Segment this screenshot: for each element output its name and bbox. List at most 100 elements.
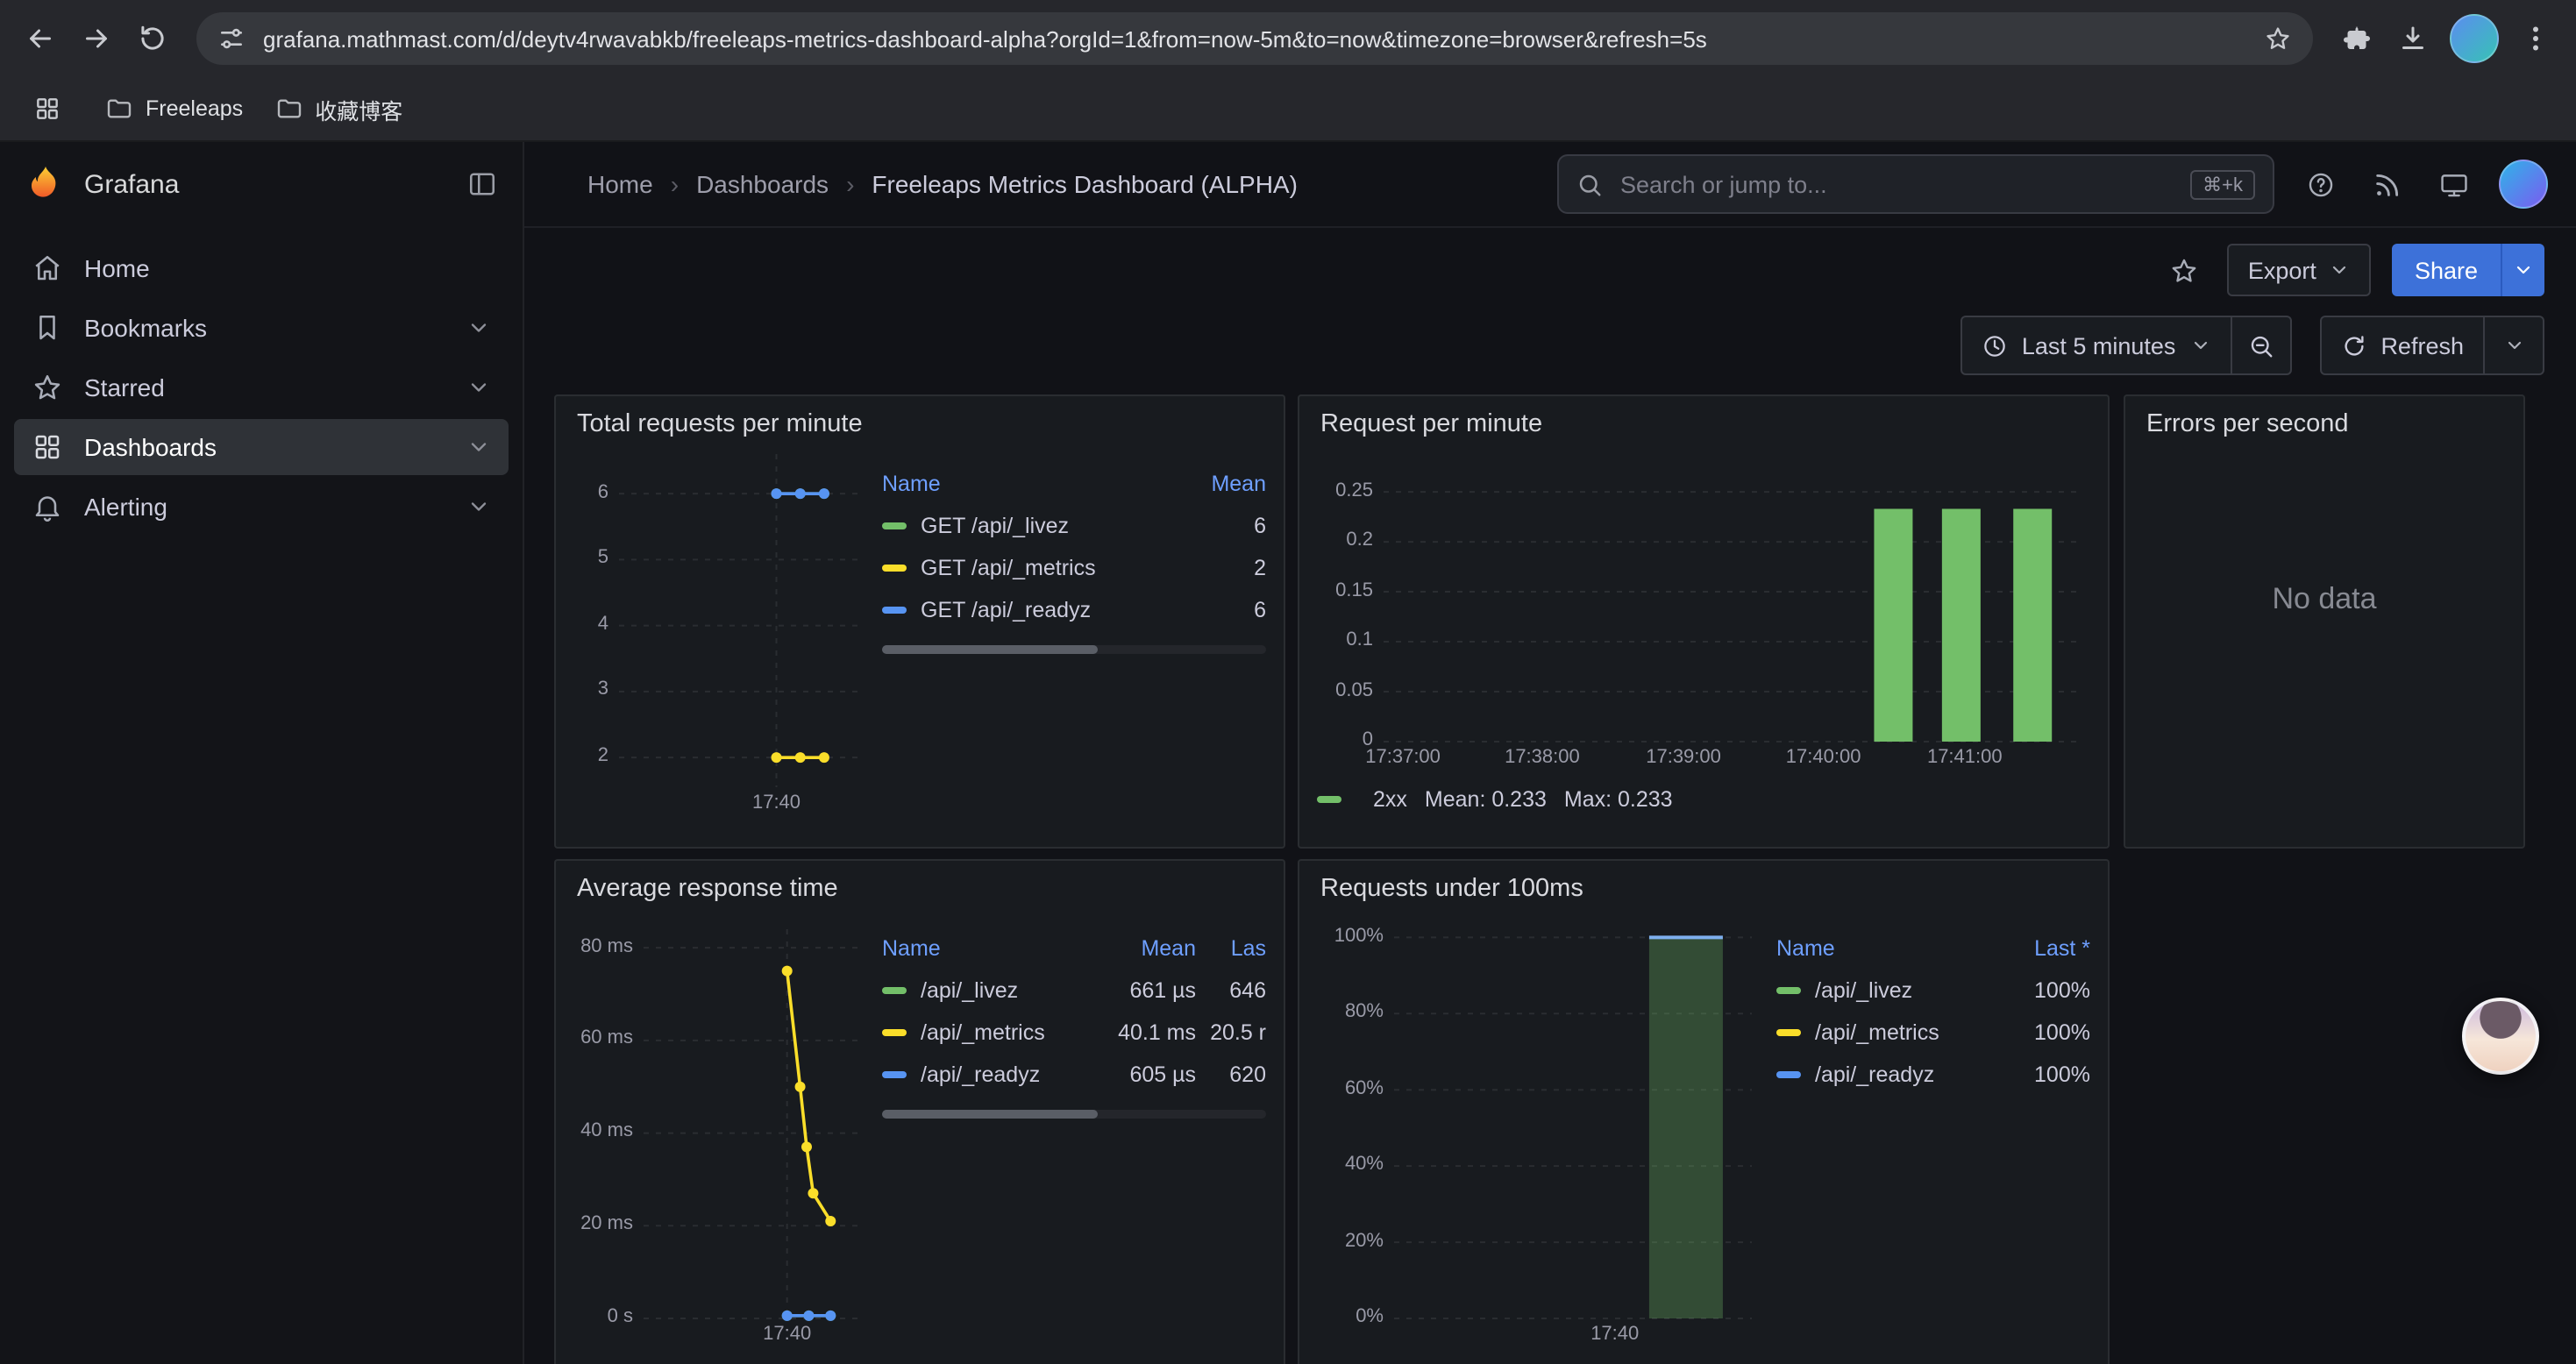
apps-grid-icon[interactable] xyxy=(21,82,74,135)
legend-header-name[interactable]: Name xyxy=(882,472,1171,496)
series-name[interactable]: /api/_metrics xyxy=(921,1020,1087,1045)
panel-title[interactable]: Errors per second xyxy=(2146,410,2506,438)
panel-title[interactable]: Total requests per minute xyxy=(577,410,1266,438)
panel-title[interactable]: Request per minute xyxy=(1320,410,2090,438)
chevron-down-icon[interactable] xyxy=(466,494,491,519)
share-label[interactable]: Share xyxy=(2392,244,2501,296)
sidebar-item-starred[interactable]: Starred xyxy=(14,359,509,416)
clock-icon xyxy=(1982,332,2008,359)
grafana-logo[interactable] xyxy=(25,163,67,205)
news-rss-icon[interactable] xyxy=(2366,163,2408,205)
sidebar-item-home[interactable]: Home xyxy=(14,240,509,296)
series-name[interactable]: /api/_livez xyxy=(921,978,1087,1003)
legend-header-name[interactable]: Name xyxy=(882,936,1087,961)
series-name[interactable]: GET /api/_metrics xyxy=(921,556,1171,580)
share-menu-caret[interactable] xyxy=(2501,244,2544,296)
y-axis-tick: 0.1 xyxy=(1317,629,1373,650)
bookmark-folder-blogs[interactable]: 收藏博客 xyxy=(274,92,402,125)
x-axis-tick: 17:40 xyxy=(752,792,801,813)
series-name[interactable]: /api/_readyz xyxy=(921,1062,1087,1087)
chevron-down-icon[interactable] xyxy=(466,316,491,340)
sidebar-item-alerting[interactable]: Alerting xyxy=(14,479,509,535)
help-icon[interactable] xyxy=(2299,163,2341,205)
legend-row[interactable]: /api/_metrics100% xyxy=(1776,1012,2090,1054)
legend-header-value[interactable]: Mean xyxy=(1171,472,1266,496)
series-name[interactable]: GET /api/_livez xyxy=(921,514,1171,538)
total-requests-line-chart[interactable]: 6543217:40 xyxy=(573,442,872,819)
user-avatar[interactable] xyxy=(2499,160,2548,209)
favorite-star-icon[interactable] xyxy=(2164,249,2206,291)
bookmark-label: 收藏博客 xyxy=(315,92,402,125)
home-icon xyxy=(32,252,63,284)
refresh-interval-button[interactable] xyxy=(2483,317,2543,373)
series-name[interactable]: 2xx xyxy=(1373,787,1407,812)
legend-row[interactable]: GET /api/_livez6 xyxy=(882,505,1266,547)
legend-scrollbar-thumb[interactable] xyxy=(882,645,1097,654)
site-info-icon[interactable] xyxy=(217,25,246,53)
series-name[interactable]: /api/_metrics xyxy=(1815,1020,1985,1045)
refresh-icon xyxy=(2340,332,2366,359)
legend-header-value[interactable]: Mean xyxy=(1087,936,1196,961)
search-input[interactable] xyxy=(1617,169,2176,199)
sidebar-item-bookmarks[interactable]: Bookmarks xyxy=(14,300,509,356)
forward-button[interactable] xyxy=(70,12,123,65)
request-per-minute-bar-chart[interactable]: 0.250.20.150.10.05017:37:0017:38:0017:39… xyxy=(1317,445,2090,773)
breadcrumb-current: Freeleaps Metrics Dashboard (ALPHA) xyxy=(872,170,1298,198)
legend-row[interactable]: GET /api/_metrics2 xyxy=(882,547,1266,589)
series-name[interactable]: GET /api/_readyz xyxy=(921,598,1171,622)
reload-button[interactable] xyxy=(126,12,179,65)
dock-sidebar-icon[interactable] xyxy=(466,168,498,200)
legend-scrollbar-thumb[interactable] xyxy=(882,1110,1097,1119)
series-name[interactable]: /api/_readyz xyxy=(1815,1062,1985,1087)
assistant-avatar[interactable] xyxy=(2462,998,2539,1075)
url-text[interactable]: grafana.mathmast.com/d/deytv4rwavabkb/fr… xyxy=(263,25,2246,52)
zoom-out-button[interactable] xyxy=(2230,317,2289,373)
legend-header-value[interactable]: Las xyxy=(1196,936,1266,961)
legend-row[interactable]: GET /api/_readyz6 xyxy=(882,589,1266,631)
bell-icon xyxy=(32,491,63,522)
monitor-icon[interactable] xyxy=(2432,163,2474,205)
panel-title[interactable]: Requests under 100ms xyxy=(1320,875,2090,903)
legend-header: NameLast * xyxy=(1776,927,2090,970)
legend-item[interactable]: 2xxMean: 0.233Max: 0.233 xyxy=(1317,787,2090,812)
bookmark-star-icon[interactable] xyxy=(2264,25,2292,53)
chevron-down-icon[interactable] xyxy=(466,435,491,459)
breadcrumb-home[interactable]: Home xyxy=(587,170,653,198)
legend-scrollbar[interactable] xyxy=(882,645,1266,654)
sidebar-brand: Grafana xyxy=(0,142,523,226)
breadcrumb-dashboards[interactable]: Dashboards xyxy=(696,170,829,198)
y-axis-tick: 0% xyxy=(1317,1306,1384,1327)
legend-scrollbar[interactable] xyxy=(882,1110,1266,1119)
screen: grafana.mathmast.com/d/deytv4rwavabkb/fr… xyxy=(0,0,2576,1362)
back-button[interactable] xyxy=(14,12,67,65)
browser-menu-icon[interactable] xyxy=(2509,12,2562,65)
avg-response-time-line-chart[interactable]: 80 ms60 ms40 ms20 ms0 s17:40 xyxy=(573,906,872,1350)
series-value: 100% xyxy=(1985,978,2090,1003)
requests-under-100ms-bar-chart[interactable]: 100%80%60%40%20%0%17:40 xyxy=(1317,906,1766,1350)
dashboards-grid-icon xyxy=(32,431,63,463)
legend-row[interactable]: /api/_readyz605 µs620 xyxy=(882,1054,1266,1096)
y-axis-tick: 20 ms xyxy=(573,1213,633,1234)
legend-row[interactable]: /api/_readyz100% xyxy=(1776,1054,2090,1096)
browser-profile-avatar[interactable] xyxy=(2450,14,2499,63)
chevron-down-icon[interactable] xyxy=(466,375,491,400)
panel-title[interactable]: Average response time xyxy=(577,875,1266,903)
extensions-icon[interactable] xyxy=(2330,12,2383,65)
bookmark-folder-freeleaps[interactable]: Freeleaps xyxy=(105,95,243,123)
time-range-button[interactable]: Last 5 minutes xyxy=(1962,317,2231,373)
refresh-button[interactable]: Refresh xyxy=(2321,317,2483,373)
brand-name: Grafana xyxy=(84,169,449,199)
legend-header-value[interactable]: Last * xyxy=(1985,936,2090,961)
legend-row[interactable]: /api/_livez661 µs646 xyxy=(882,970,1266,1012)
search-box[interactable]: ⌘+k xyxy=(1557,154,2274,214)
legend-row[interactable]: /api/_livez100% xyxy=(1776,970,2090,1012)
sidebar-item-dashboards[interactable]: Dashboards xyxy=(14,419,509,475)
downloads-icon[interactable] xyxy=(2387,12,2439,65)
legend-header-name[interactable]: Name xyxy=(1776,936,1985,961)
series-name[interactable]: /api/_livez xyxy=(1815,978,1985,1003)
url-bar[interactable]: grafana.mathmast.com/d/deytv4rwavabkb/fr… xyxy=(196,12,2313,65)
share-button[interactable]: Share xyxy=(2392,244,2544,296)
search-icon xyxy=(1576,171,1603,197)
export-button[interactable]: Export xyxy=(2227,244,2371,296)
legend-row[interactable]: /api/_metrics40.1 ms20.5 r xyxy=(882,1012,1266,1054)
